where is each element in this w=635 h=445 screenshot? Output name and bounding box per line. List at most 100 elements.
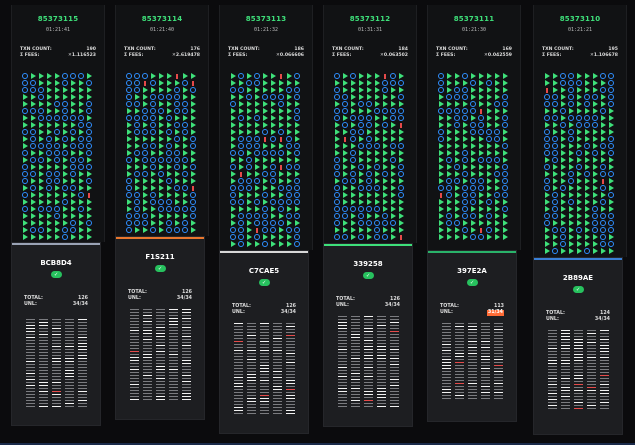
transaction-cell[interactable] <box>142 115 148 121</box>
transaction-cell[interactable] <box>262 199 268 205</box>
transaction-cell[interactable] <box>438 192 444 198</box>
transaction-cell[interactable] <box>478 101 484 107</box>
transaction-cell[interactable] <box>54 157 60 163</box>
transaction-cell[interactable] <box>182 220 188 226</box>
transaction-cell[interactable] <box>334 185 340 191</box>
transaction-cell[interactable] <box>238 108 244 114</box>
transaction-cell[interactable] <box>462 80 468 86</box>
transaction-cell[interactable] <box>238 129 244 135</box>
transaction-cell[interactable] <box>366 101 372 107</box>
transaction-cell[interactable] <box>470 227 476 233</box>
transaction-cell[interactable] <box>166 80 172 86</box>
transaction-cell[interactable] <box>134 80 140 86</box>
transaction-cell[interactable] <box>576 171 582 177</box>
transaction-cell[interactable] <box>374 101 380 107</box>
transaction-cell[interactable] <box>174 227 180 233</box>
transaction-cell[interactable] <box>544 80 550 86</box>
transaction-cell[interactable] <box>190 87 196 93</box>
transaction-cell[interactable] <box>584 234 590 240</box>
transaction-cell[interactable] <box>358 80 364 86</box>
transaction-cell[interactable] <box>270 143 276 149</box>
transaction-cell[interactable] <box>134 73 140 79</box>
transaction-cell[interactable] <box>126 80 132 86</box>
transaction-cell[interactable] <box>544 248 550 254</box>
transaction-cell[interactable] <box>30 87 36 93</box>
transaction-cell[interactable] <box>30 220 36 226</box>
transaction-cell[interactable] <box>608 178 614 184</box>
transaction-cell[interactable] <box>576 129 582 135</box>
transaction-cell[interactable] <box>142 80 148 86</box>
transaction-cell[interactable] <box>350 80 356 86</box>
transaction-cell[interactable] <box>454 185 460 191</box>
transaction-cell[interactable] <box>286 108 292 114</box>
transaction-cell[interactable] <box>470 164 476 170</box>
transaction-cell[interactable] <box>22 157 28 163</box>
transaction-cell[interactable] <box>86 143 92 149</box>
transaction-cell[interactable] <box>278 143 284 149</box>
transaction-cell[interactable] <box>22 108 28 114</box>
transaction-cell[interactable] <box>46 206 52 212</box>
transaction-cell[interactable] <box>584 199 590 205</box>
transaction-cell[interactable] <box>238 213 244 219</box>
transaction-cell[interactable] <box>560 87 566 93</box>
transaction-cell[interactable] <box>390 213 396 219</box>
transaction-cell[interactable] <box>174 73 180 79</box>
transaction-cell[interactable] <box>238 115 244 121</box>
transaction-cell[interactable] <box>592 115 598 121</box>
transaction-cell[interactable] <box>568 213 574 219</box>
transaction-cell[interactable] <box>238 122 244 128</box>
transaction-cell[interactable] <box>544 143 550 149</box>
transaction-cell[interactable] <box>478 234 484 240</box>
transaction-cell[interactable] <box>238 199 244 205</box>
transaction-cell[interactable] <box>592 185 598 191</box>
transaction-cell[interactable] <box>358 185 364 191</box>
transaction-cell[interactable] <box>166 178 172 184</box>
transaction-cell[interactable] <box>126 164 132 170</box>
transaction-cell[interactable] <box>552 108 558 114</box>
transaction-cell[interactable] <box>544 108 550 114</box>
transaction-cell[interactable] <box>462 129 468 135</box>
transaction-cell[interactable] <box>270 122 276 128</box>
transaction-cell[interactable] <box>278 206 284 212</box>
transaction-cell[interactable] <box>54 220 60 226</box>
transaction-cell[interactable] <box>334 220 340 226</box>
transaction-cell[interactable] <box>78 94 84 100</box>
transaction-cell[interactable] <box>600 164 606 170</box>
transaction-cell[interactable] <box>552 213 558 219</box>
transaction-cell[interactable] <box>254 80 260 86</box>
transaction-cell[interactable] <box>608 206 614 212</box>
transaction-cell[interactable] <box>86 199 92 205</box>
transaction-cell[interactable] <box>374 171 380 177</box>
transaction-cell[interactable] <box>478 171 484 177</box>
transaction-cell[interactable] <box>134 213 140 219</box>
transaction-cell[interactable] <box>398 115 404 121</box>
transaction-cell[interactable] <box>62 136 68 142</box>
transaction-cell[interactable] <box>584 143 590 149</box>
transaction-cell[interactable] <box>552 192 558 198</box>
transaction-cell[interactable] <box>246 171 252 177</box>
transaction-cell[interactable] <box>166 108 172 114</box>
transaction-cell[interactable] <box>254 87 260 93</box>
transaction-cell[interactable] <box>390 94 396 100</box>
transaction-cell[interactable] <box>600 206 606 212</box>
transaction-cell[interactable] <box>262 87 268 93</box>
transaction-cell[interactable] <box>70 164 76 170</box>
transaction-cell[interactable] <box>46 192 52 198</box>
transaction-cell[interactable] <box>398 220 404 226</box>
transaction-cell[interactable] <box>494 171 500 177</box>
transaction-cell[interactable] <box>544 199 550 205</box>
transaction-cell[interactable] <box>22 94 28 100</box>
transaction-cell[interactable] <box>286 178 292 184</box>
transaction-cell[interactable] <box>270 206 276 212</box>
transaction-cell[interactable] <box>38 101 44 107</box>
transaction-cell[interactable] <box>22 129 28 135</box>
transaction-cell[interactable] <box>182 192 188 198</box>
transaction-cell[interactable] <box>584 129 590 135</box>
transaction-cell[interactable] <box>502 108 508 114</box>
transaction-cell[interactable] <box>54 87 60 93</box>
transaction-cell[interactable] <box>78 234 84 240</box>
transaction-cell[interactable] <box>190 213 196 219</box>
transaction-cell[interactable] <box>54 136 60 142</box>
transaction-cell[interactable] <box>294 185 300 191</box>
transaction-cell[interactable] <box>262 115 268 121</box>
